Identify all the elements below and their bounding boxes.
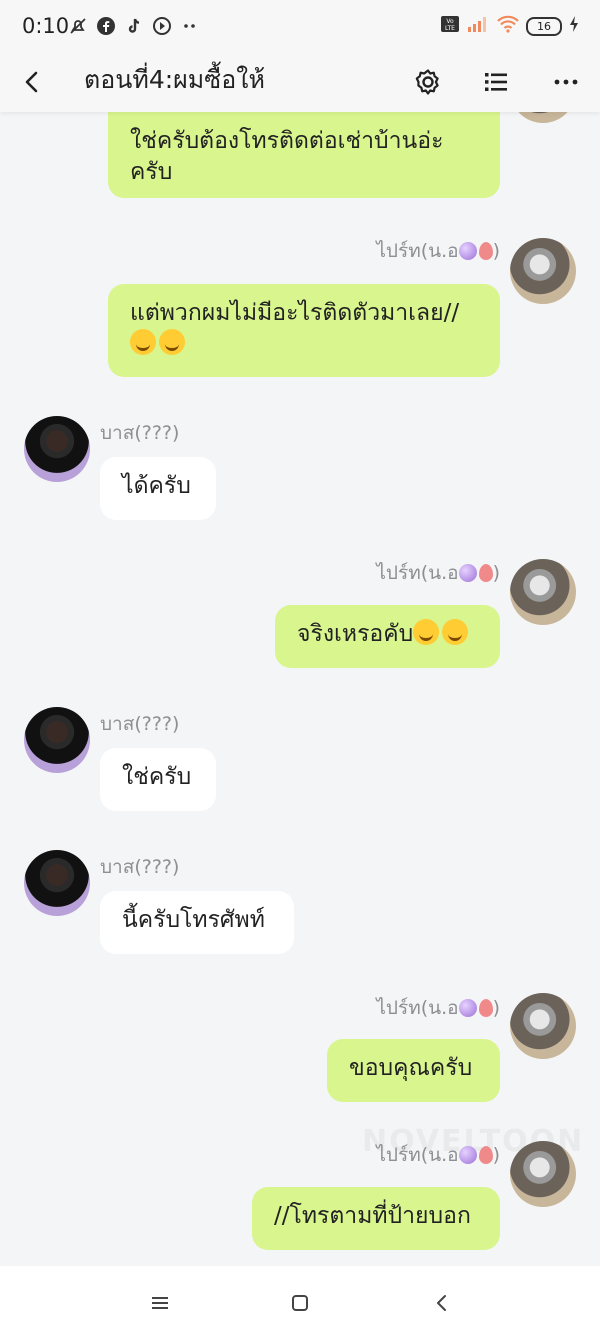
avatar[interactable] (510, 993, 576, 1059)
system-back-button[interactable] (425, 1286, 459, 1320)
status-bar: 0:10 Vo LTE 16 (0, 0, 600, 54)
sender-name: ไปร์ท(น.อ) (376, 997, 500, 1019)
charging-icon (568, 15, 580, 37)
avatar[interactable] (510, 238, 576, 304)
signal-icon (466, 15, 490, 37)
list-icon (485, 73, 507, 91)
sender-name: บาส(???) (100, 713, 180, 735)
avatar[interactable] (510, 1141, 576, 1207)
avatar[interactable] (510, 112, 576, 123)
message-bubble[interactable]: ขอบคุณครับ (327, 1039, 500, 1102)
status-time: 0:10 (22, 14, 70, 38)
message-text: ใช่ครับ (122, 764, 192, 790)
message-bubble[interactable]: นี้ครับโทรศัพท์ (100, 891, 294, 954)
chat-header: ตอนที่4:ผมซื้อให้ (0, 54, 600, 112)
crystal-ball-icon (458, 999, 477, 1017)
page-title: ตอนที่4:ผมซื้อให้ (84, 65, 265, 94)
sender-name: ไปร์ท(น.อ) (376, 240, 500, 262)
sender-name: ไปร์ท(น.อ) (376, 562, 500, 584)
menu-icon (152, 1297, 168, 1309)
drop-icon (478, 242, 493, 260)
drop-icon (478, 1146, 493, 1164)
gear-icon (415, 69, 439, 95)
message-bubble[interactable]: ได้ครับ (100, 457, 216, 520)
message-bubble[interactable]: จริงเหรอคับ (275, 605, 500, 668)
recent-apps-button[interactable] (143, 1286, 177, 1320)
settings-button[interactable] (408, 62, 448, 102)
back-triangle-icon (437, 1295, 446, 1311)
drop-icon (478, 564, 493, 582)
status-icons-right: Vo LTE 16 (440, 15, 580, 37)
message-bubble[interactable]: ใช่ครับต้องโทรติดต่อเช่าบ้านอ่ะครับ (108, 112, 500, 198)
tiktok-icon (124, 16, 144, 36)
avatar[interactable] (24, 416, 90, 482)
wifi-icon (496, 15, 520, 37)
play-circle-icon (152, 16, 172, 36)
home-button[interactable] (283, 1286, 317, 1320)
svg-text:Vo: Vo (446, 18, 454, 25)
message-text: ได้ครับ (122, 473, 191, 499)
grinning-sweat-emoji-icon (159, 329, 185, 355)
chapter-list-button[interactable] (476, 62, 516, 102)
avatar[interactable] (24, 707, 90, 773)
message-bubble[interactable]: //โทรตามที่ป้ายบอก (252, 1187, 500, 1250)
battery-level: 16 (537, 19, 551, 33)
home-square-icon (292, 1295, 308, 1311)
volte-icon: Vo LTE (440, 15, 460, 37)
battery-icon: 16 (526, 16, 562, 36)
message-text: ขอบคุณครับ (349, 1055, 473, 1081)
crystal-ball-icon (458, 242, 477, 260)
status-icons-left (68, 16, 200, 36)
back-button[interactable] (12, 62, 52, 102)
crystal-ball-icon (458, 1146, 477, 1164)
avatar[interactable] (510, 559, 576, 625)
chat-area[interactable]: ใช่ครับต้องโทรติดต่อเช่าบ้านอ่ะครับ ไปร์… (0, 112, 600, 1266)
message-text: ใช่ครับต้องโทรติดต่อเช่าบ้านอ่ะครับ (130, 128, 444, 185)
avatar[interactable] (24, 850, 90, 916)
facebook-icon (96, 16, 116, 36)
message-text: //โทรตามที่ป้ายบอก (274, 1203, 471, 1229)
message-text: นี้ครับโทรศัพท์ (122, 907, 265, 933)
message-bubble[interactable]: ใช่ครับ (100, 748, 216, 811)
more-button[interactable] (546, 62, 586, 102)
message-bubble[interactable]: แต่พวกผมไม่มีอะไรติดตัวมาเลย// (108, 284, 500, 377)
message-text: จริงเหรอคับ (297, 621, 414, 647)
drop-icon (478, 999, 493, 1017)
grinning-emoji-icon (413, 619, 440, 645)
sender-name: บาส(???) (100, 856, 180, 878)
grinning-sweat-emoji-icon (130, 329, 156, 355)
more-dots-icon (180, 16, 200, 36)
more-dots-icon (554, 79, 578, 85)
sender-name: ไปร์ท(น.อ) (376, 1144, 500, 1166)
muted-notification-icon (68, 16, 88, 36)
svg-text:LTE: LTE (445, 25, 455, 32)
sender-name: บาส(???) (100, 422, 180, 444)
message-text: แต่พวกผมไม่มีอะไรติดตัวมาเลย// (130, 300, 460, 326)
crystal-ball-icon (458, 564, 477, 582)
grinning-emoji-icon (442, 619, 469, 645)
system-navbar (0, 1266, 600, 1338)
back-chevron-icon (25, 71, 38, 93)
